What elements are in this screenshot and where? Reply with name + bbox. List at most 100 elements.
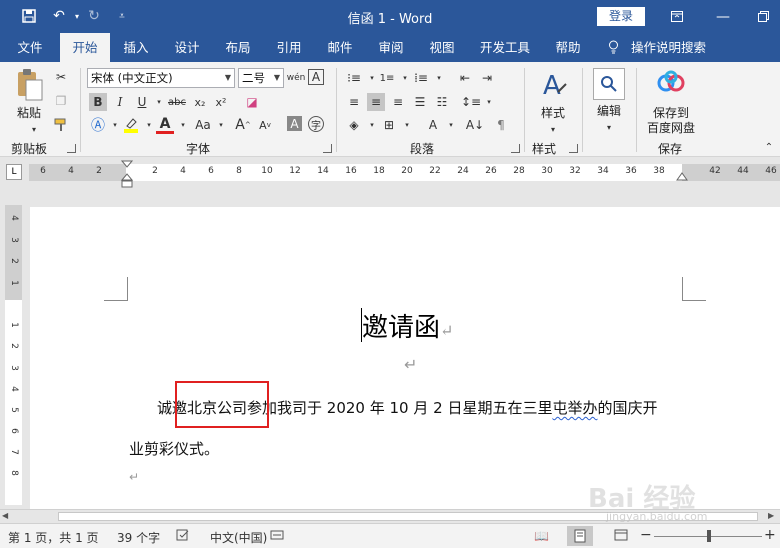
read-mode-icon[interactable]: 📖	[534, 529, 549, 543]
scroll-right-icon[interactable]: ▶	[768, 511, 778, 522]
subscript-icon[interactable]: x₂	[191, 93, 209, 111]
tab-file[interactable]: 文件	[8, 33, 52, 62]
restore-icon[interactable]	[746, 0, 780, 33]
track-changes-icon[interactable]	[270, 529, 284, 544]
ruler-tick: 28	[513, 166, 525, 176]
distributed-icon[interactable]: ☷	[433, 93, 451, 111]
highlight-color-icon[interactable]	[122, 116, 140, 134]
paragraph-launcher-icon[interactable]	[511, 144, 520, 153]
font-color-dropdown-icon[interactable]: ▾	[174, 116, 192, 134]
tab-home[interactable]: 开始	[60, 33, 110, 62]
paste-icon[interactable]	[14, 68, 44, 102]
editing-dropdown-icon[interactable]: ▾	[600, 118, 618, 136]
change-case-icon[interactable]: Aa	[192, 116, 214, 134]
align-left-icon[interactable]: ≡	[345, 93, 363, 111]
superscript-icon[interactable]: x²	[212, 93, 230, 111]
bold-icon[interactable]: B	[89, 93, 107, 111]
page-count[interactable]: 第 1 页，共 1 页	[8, 529, 99, 546]
tab-mailings[interactable]: 邮件	[318, 33, 362, 62]
paste-dropdown-icon[interactable]: ▾	[25, 120, 43, 138]
styles-launcher-icon[interactable]	[569, 144, 578, 153]
tab-layout[interactable]: 布局	[216, 33, 260, 62]
right-indent-marker-icon[interactable]	[676, 170, 688, 181]
body-text: 参加我司于 2020 年 10 月 2 日星期五在三里	[247, 399, 553, 417]
change-case-dropdown-icon[interactable]: ▾	[212, 116, 230, 134]
asian-layout-dropdown-icon[interactable]: ▾	[442, 116, 460, 134]
justify-icon[interactable]: ☰	[411, 93, 429, 111]
body-paragraph-line-2[interactable]: 业剪彩仪式。	[129, 438, 219, 459]
font-color-icon[interactable]: A	[156, 116, 174, 134]
ruler-tick: 8	[236, 166, 242, 176]
increase-indent-icon[interactable]: ⇥	[478, 69, 496, 87]
cut-icon[interactable]: ✂	[52, 68, 70, 86]
tab-review[interactable]: 审阅	[369, 33, 413, 62]
line-spacing-dropdown-icon[interactable]: ▾	[480, 93, 498, 111]
grow-font-icon[interactable]: A ^	[234, 116, 252, 134]
language-indicator[interactable]: 中文(中国)	[210, 529, 267, 546]
web-layout-icon[interactable]	[614, 529, 628, 544]
phonetic-guide-icon[interactable]: wén	[287, 69, 306, 87]
borders-icon[interactable]: ⊞	[380, 116, 398, 134]
numbering-icon[interactable]: 1≡	[378, 69, 396, 87]
character-border-icon[interactable]: A	[308, 69, 324, 85]
underline-icon[interactable]: U	[133, 93, 151, 111]
multilevel-list-icon[interactable]: ⁞≡	[412, 69, 430, 87]
horizontal-ruler[interactable]: 6 4 2 2 4 6 8 10 12 14 16 18 20 22 24 26…	[29, 164, 780, 181]
word-count[interactable]: 39 个字	[117, 529, 160, 546]
print-layout-icon[interactable]	[567, 526, 593, 546]
shading-dropdown-icon[interactable]: ▾	[363, 116, 381, 134]
text-effects-icon[interactable]: Ⓐ	[89, 116, 107, 134]
font-size-combo[interactable]: 二号 ▼	[238, 68, 284, 88]
format-painter-icon[interactable]	[52, 116, 70, 134]
vertical-ruler[interactable]: 4 3 2 1 1 2 3 4 5 6 7 8	[5, 205, 22, 505]
multilevel-dropdown-icon[interactable]: ▾	[430, 69, 448, 87]
zoom-in-icon[interactable]: +	[764, 527, 776, 543]
proofing-icon[interactable]	[176, 529, 190, 544]
collapse-ribbon-icon[interactable]: ⌃	[760, 138, 778, 156]
tab-help[interactable]: 帮助	[546, 33, 590, 62]
line-spacing-icon[interactable]: ↕≡	[461, 93, 481, 111]
indent-markers-icon[interactable]	[120, 160, 134, 188]
tab-developer[interactable]: 开发工具	[473, 33, 537, 62]
tab-design[interactable]: 设计	[165, 33, 209, 62]
borders-dropdown-icon[interactable]: ▾	[398, 116, 416, 134]
save-to-label-2[interactable]: 百度网盘	[642, 119, 700, 136]
italic-icon[interactable]: I	[111, 93, 129, 111]
tab-insert[interactable]: 插入	[114, 33, 158, 62]
strikethrough-icon[interactable]: abc	[166, 93, 188, 111]
paste-label[interactable]: 粘贴	[12, 104, 46, 121]
login-button[interactable]: 登录	[597, 7, 645, 26]
tab-stop-selector[interactable]: L	[6, 164, 22, 180]
align-right-icon[interactable]: ≡	[389, 93, 407, 111]
shading-icon[interactable]: ◈	[345, 116, 363, 134]
tell-me-search[interactable]: 操作说明搜索	[608, 33, 706, 62]
search-icon[interactable]	[593, 68, 625, 100]
scroll-left-icon[interactable]: ◀	[2, 511, 12, 522]
tab-references[interactable]: 引用	[267, 33, 311, 62]
zoom-out-icon[interactable]: −	[640, 527, 652, 543]
styles-icon[interactable]: A	[540, 70, 570, 101]
zoom-slider-thumb[interactable]	[707, 530, 711, 542]
baidu-cloud-icon[interactable]	[656, 70, 686, 96]
clipboard-launcher-icon[interactable]	[67, 144, 76, 153]
shrink-font-icon[interactable]: Av	[256, 116, 274, 134]
sort-icon[interactable]: A↓	[466, 116, 484, 134]
show-marks-icon[interactable]: ¶	[492, 116, 510, 134]
character-shading-icon[interactable]: A	[287, 116, 302, 131]
document-title[interactable]: 邀请函↵	[362, 307, 453, 344]
editing-label[interactable]: 编辑	[592, 102, 626, 119]
ribbon-display-options-icon[interactable]	[654, 0, 700, 33]
asian-layout-icon[interactable]: A	[424, 116, 442, 134]
clear-formatting-icon[interactable]: ◪	[243, 93, 261, 111]
copy-icon[interactable]: ❐	[52, 92, 70, 110]
font-name-combo[interactable]: 宋体 (中文正文) ▼	[87, 68, 235, 88]
tab-view[interactable]: 视图	[420, 33, 464, 62]
font-launcher-icon[interactable]	[323, 144, 332, 153]
minimize-icon[interactable]: —	[700, 0, 746, 33]
styles-label[interactable]: 样式	[536, 104, 570, 121]
styles-dropdown-icon[interactable]: ▾	[544, 120, 562, 138]
bullets-icon[interactable]: ⁝≡	[345, 69, 363, 87]
decrease-indent-icon[interactable]: ⇤	[456, 69, 474, 87]
align-center-icon[interactable]: ≡	[367, 93, 385, 111]
enclose-characters-icon[interactable]: 字	[308, 116, 324, 132]
